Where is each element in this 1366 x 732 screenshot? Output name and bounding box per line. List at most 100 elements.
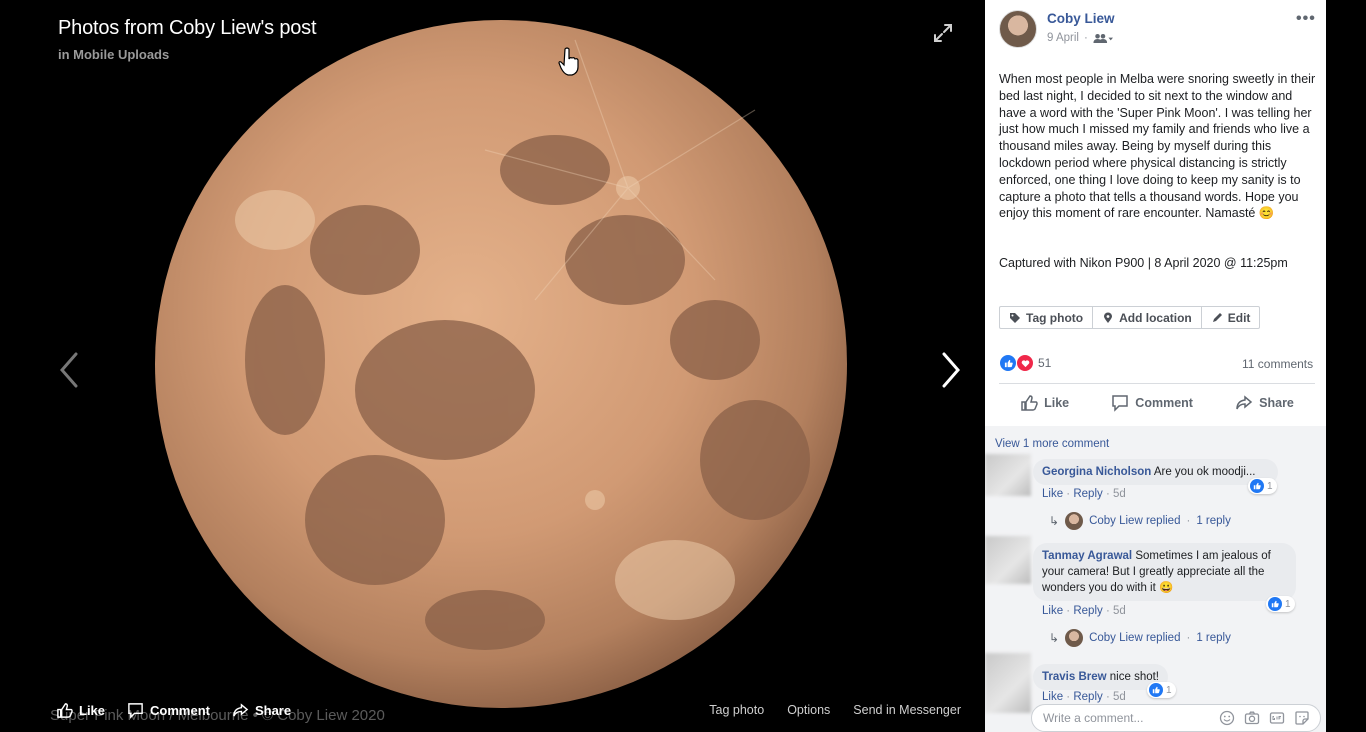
comment-age[interactable]: 5d [1113, 488, 1126, 500]
send-in-messenger-link[interactable]: Send in Messenger [853, 703, 961, 717]
replied-label: Coby Liew replied [1089, 515, 1181, 527]
comment-like-count: 1 [1285, 598, 1291, 610]
camera-icon[interactable] [1244, 710, 1260, 726]
comment-reply-link[interactable]: Reply [1073, 691, 1102, 703]
like-reaction-icon [1149, 683, 1163, 697]
comment-like-count: 1 [1166, 684, 1172, 696]
comment-text: nice shot! [1109, 671, 1160, 683]
share-label: Share [1259, 396, 1294, 410]
replier-avatar [1065, 512, 1084, 530]
replies-link[interactable]: ↳ Coby Liew replied · 1 reply [1049, 512, 1231, 530]
comment-like-badge[interactable]: 1 [1248, 478, 1277, 494]
share-icon [233, 703, 249, 717]
commenter-name[interactable]: Georgina Nicholson [1042, 466, 1151, 478]
comment-actions: Like · Reply · 5d [1042, 605, 1126, 617]
post-meta: 9 April · [1047, 32, 1113, 44]
friends-icon[interactable] [1093, 33, 1113, 44]
comment-button[interactable]: Comment [1111, 394, 1193, 412]
viewer-like-button[interactable]: Like [56, 702, 105, 719]
divider [999, 383, 1315, 384]
tag-icon [1010, 312, 1020, 323]
add-location-label: Add location [1119, 310, 1192, 325]
next-photo-icon[interactable] [936, 350, 966, 390]
comment-like-badge[interactable]: 1 [1266, 596, 1295, 612]
tag-photo-label: Tag photo [1026, 310, 1084, 325]
photo-tools: Tag photo Add location Edit [999, 306, 1261, 329]
comment-like-count: 1 [1267, 480, 1273, 492]
edit-button[interactable]: Edit [1202, 307, 1260, 328]
post-action-row: Like Comment Share [999, 394, 1315, 412]
like-button[interactable]: Like [1020, 394, 1069, 412]
commenter-avatar[interactable] [985, 653, 1031, 713]
gif-icon[interactable] [1269, 710, 1285, 726]
share-icon [1236, 395, 1253, 410]
author-avatar[interactable] [999, 10, 1037, 48]
like-label: Like [1044, 396, 1070, 410]
commenter-name[interactable]: Travis Brew [1042, 671, 1107, 683]
comment-actions: Like · Reply · 5d [1042, 691, 1126, 703]
comments-count[interactable]: 11 comments [1242, 357, 1313, 371]
emoji-icon[interactable] [1219, 710, 1235, 726]
post-side-panel: Coby Liew 9 April · ••• When most people… [985, 0, 1326, 732]
comments-section: View 1 more comment Georgina Nicholson A… [985, 426, 1326, 732]
replier-avatar [1065, 629, 1084, 647]
comment-reply-link[interactable]: Reply [1073, 605, 1102, 617]
pencil-icon [1212, 312, 1222, 322]
viewer-title[interactable]: Photos from Coby Liew's post [58, 17, 317, 40]
viewer-action-bar: Like Comment Share [56, 702, 291, 719]
viewer-comment-button[interactable]: Comment [127, 702, 210, 719]
view-more-comments-link[interactable]: View 1 more comment [995, 438, 1109, 450]
reply-count: 1 reply [1196, 632, 1231, 644]
comment-icon [128, 703, 143, 719]
mouse-cursor-icon [558, 47, 579, 76]
like-reaction-icon [999, 354, 1017, 372]
comment-reply-link[interactable]: Reply [1073, 488, 1102, 500]
thumbs-up-icon [1021, 395, 1038, 411]
comment-label: Comment [1135, 396, 1193, 410]
reaction-summary[interactable]: 51 [999, 354, 1051, 372]
add-location-button[interactable]: Add location [1093, 307, 1202, 328]
author-name[interactable]: Coby Liew [1047, 11, 1115, 26]
comment-like-link[interactable]: Like [1042, 605, 1063, 617]
commenter-name[interactable]: Tanmay Agrawal [1042, 550, 1132, 562]
location-pin-icon [1104, 312, 1113, 323]
more-options-icon[interactable]: ••• [1296, 10, 1316, 28]
tag-photo-button[interactable]: Tag photo [1000, 307, 1094, 328]
comment-input-tools [1219, 710, 1310, 726]
comment-bubble: Georgina Nicholson Are you ok moodji... [1033, 459, 1278, 485]
comment-icon [1112, 395, 1129, 412]
comment-input[interactable] [1043, 711, 1203, 725]
like-reaction-icon [1250, 479, 1264, 493]
previous-photo-icon[interactable] [54, 350, 84, 390]
viewer-options-bar: Tag photo Options Send in Messenger [709, 703, 961, 717]
sticker-icon[interactable] [1294, 710, 1310, 726]
moon-photo [155, 20, 847, 708]
post-body: When most people in Melba were snoring s… [999, 72, 1316, 221]
comment-age[interactable]: 5d [1113, 691, 1126, 703]
replies-link[interactable]: ↳ Coby Liew replied · 1 reply [1049, 629, 1231, 647]
viewer-album-link[interactable]: in Mobile Uploads [58, 47, 169, 62]
share-button[interactable]: Share [1235, 394, 1294, 412]
replied-label: Coby Liew replied [1089, 632, 1181, 644]
thumbs-up-icon [57, 703, 73, 718]
reply-count: 1 reply [1196, 515, 1231, 527]
commenter-avatar[interactable] [985, 454, 1031, 496]
comment-text: Are you ok moodji... [1153, 466, 1256, 478]
post-date[interactable]: 9 April [1047, 32, 1079, 44]
comment-bubble: Tanmay Agrawal Sometimes I am jealous of… [1033, 543, 1296, 601]
edit-label: Edit [1227, 310, 1251, 325]
photo-viewer: Photos from Coby Liew's post in Mobile U… [0, 0, 985, 732]
write-comment-box [1031, 704, 1321, 732]
expand-icon[interactable] [932, 22, 954, 44]
comment-like-link[interactable]: Like [1042, 488, 1063, 500]
viewer-share-label: Share [254, 703, 292, 718]
viewer-tag-photo-link[interactable]: Tag photo [709, 703, 764, 717]
commenter-avatar[interactable] [985, 536, 1031, 584]
viewer-options-link[interactable]: Options [787, 703, 830, 717]
comment-like-link[interactable]: Like [1042, 691, 1063, 703]
comment-age[interactable]: 5d [1113, 605, 1126, 617]
viewer-share-button[interactable]: Share [232, 702, 291, 719]
reply-arrow-icon: ↳ [1049, 631, 1060, 645]
comment-like-badge[interactable]: 1 [1147, 682, 1176, 698]
viewer-like-label: Like [79, 703, 106, 718]
